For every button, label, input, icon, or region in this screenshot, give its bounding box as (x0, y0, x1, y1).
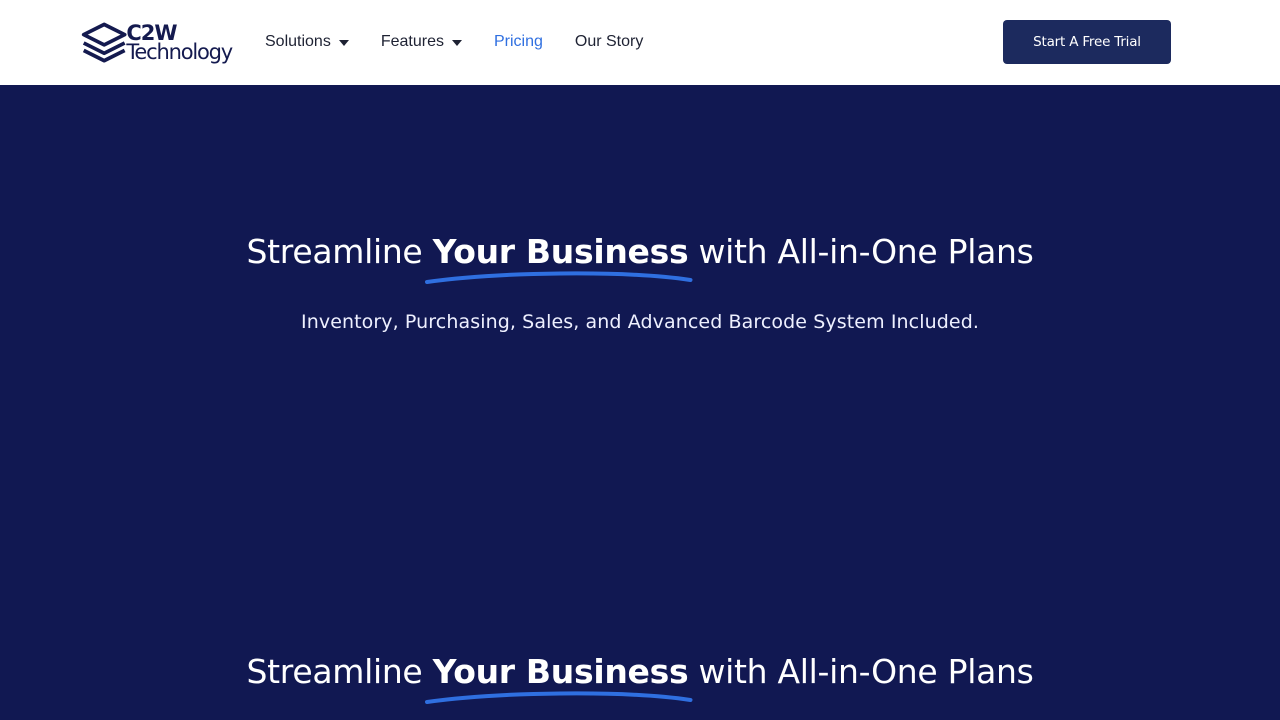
caret-down-icon (451, 40, 462, 46)
brand-logo[interactable]: C2W Technology (80, 18, 233, 68)
hero-title-highlight-text: Your Business (432, 232, 689, 271)
hero-title-end: with All-in-One Plans (688, 232, 1034, 271)
hero-section-repeat: Streamline Your Business with All-in-One… (0, 652, 1280, 704)
hero-title-start: Streamline (246, 652, 433, 691)
hero-title: Streamline Your Business with All-in-One… (0, 232, 1280, 284)
nav-item-label: Features (380, 33, 444, 50)
hero-title: Streamline Your Business with All-in-One… (0, 652, 1280, 704)
hero-title-highlight: Your Business (424, 652, 693, 704)
caret-down-icon (338, 40, 349, 46)
main-nav: Solutions Features Pricing Our Story (265, 30, 643, 54)
nav-item-solutions[interactable]: Solutions (265, 33, 349, 51)
hero-subtitle: Inventory, Purchasing, Sales, and Advanc… (301, 311, 979, 333)
nav-item-features[interactable]: Features (381, 33, 462, 51)
stacked-layers-icon (81, 22, 127, 63)
logo-line-2: Technology (126, 40, 233, 64)
hero-title-highlight-text: Your Business (432, 652, 689, 691)
nav-item-label: Pricing (493, 33, 543, 50)
brush-underline-icon (424, 691, 693, 704)
nav-item-label: Our Story (574, 33, 644, 50)
nav-item-pricing[interactable]: Pricing (494, 33, 543, 51)
hero-section: Streamline Your Business with All-in-One… (0, 232, 1280, 333)
hero-title-end: with All-in-One Plans (688, 652, 1034, 691)
brush-underline-icon (424, 271, 693, 284)
hero-title-start: Streamline (246, 232, 433, 271)
hero-title-highlight: Your Business (424, 232, 693, 284)
nav-item-our-story[interactable]: Our Story (575, 33, 643, 51)
start-free-trial-button[interactable]: Start A Free Trial (1003, 20, 1171, 64)
logo-wordmark: C2W Technology (126, 22, 233, 64)
nav-item-label: Solutions (265, 33, 331, 50)
top-navbar: C2W Technology Solutions Features Pricin… (0, 0, 1280, 85)
